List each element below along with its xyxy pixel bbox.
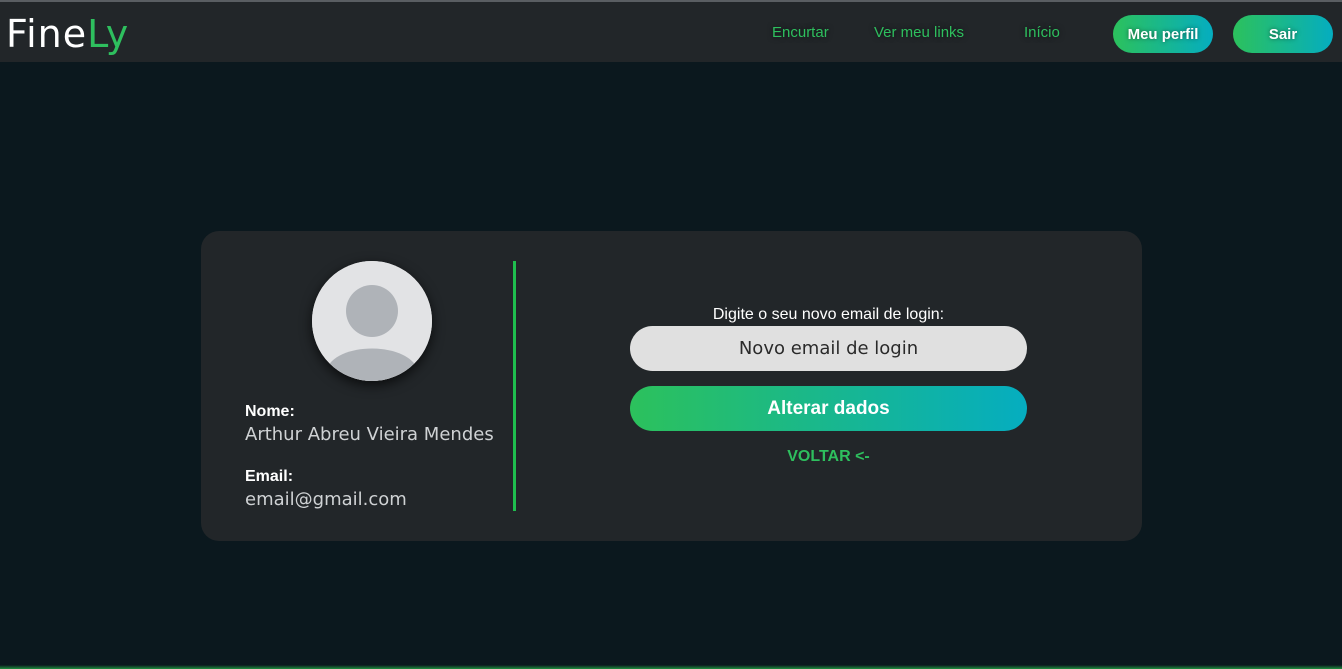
profile-button[interactable]: Meu perfil bbox=[1113, 15, 1213, 53]
logo-text-main: Fine bbox=[6, 12, 88, 56]
new-email-input[interactable] bbox=[630, 326, 1027, 371]
section-divider bbox=[513, 261, 516, 511]
nav-link-encurtar[interactable]: Encurtar bbox=[772, 24, 829, 41]
bottom-accent-line bbox=[0, 665, 1342, 669]
logout-button[interactable]: Sair bbox=[1233, 15, 1333, 53]
name-value: Arthur Abreu Vieira Mendes bbox=[245, 424, 494, 445]
nav-link-my-links[interactable]: Ver meu links bbox=[874, 24, 964, 41]
logo-text-accent: Ly bbox=[87, 12, 130, 56]
update-data-button[interactable]: Alterar dados bbox=[630, 386, 1027, 431]
name-label: Nome: bbox=[245, 403, 295, 420]
email-label: Email: bbox=[245, 468, 294, 485]
nav-link-home[interactable]: Início bbox=[1024, 24, 1060, 41]
user-avatar-placeholder-icon bbox=[312, 261, 432, 381]
new-email-prompt: Digite o seu novo email de login: bbox=[712, 306, 945, 323]
top-navbar: FineLy Encurtar Ver meu links Início Meu… bbox=[0, 0, 1342, 62]
profile-card: Nome: Arthur Abreu Vieira Mendes Email: … bbox=[201, 231, 1142, 541]
back-link[interactable]: VOLTAR <- bbox=[630, 448, 1027, 466]
finely-logo[interactable]: FineLy bbox=[6, 12, 129, 56]
email-value: email@gmail.com bbox=[245, 489, 407, 510]
